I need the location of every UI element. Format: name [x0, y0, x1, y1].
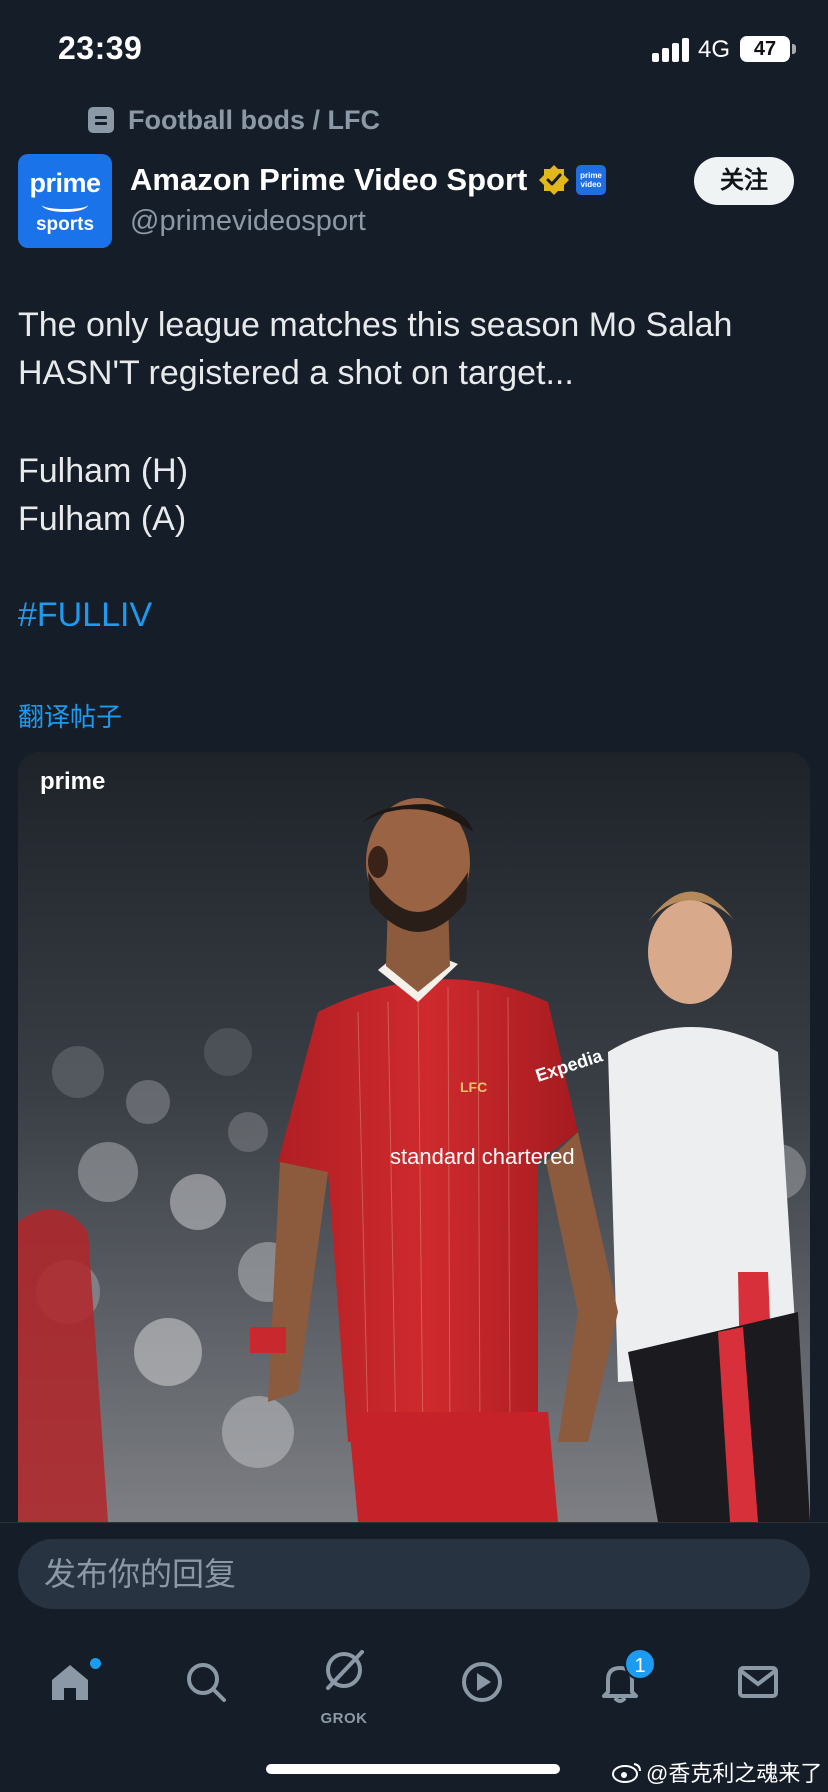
author-name[interactable]: Amazon Prime Video Sport [130, 162, 527, 198]
home-unread-dot [90, 1658, 101, 1669]
community-icon [88, 107, 114, 133]
grok-label: GROK [320, 1710, 368, 1727]
signal-icon [652, 36, 692, 62]
status-time: 23:39 [58, 30, 143, 66]
tweet-match-1: Fulham (H) [18, 452, 189, 490]
battery-nub [792, 44, 796, 54]
watermark: @香克利之魂来了 [612, 1756, 822, 1788]
tweet-text-line-1: The only league matches this season Mo S… [18, 306, 733, 344]
tweet-detail-page: 23:39 4G 47 Football bods / LFC prime sp… [0, 0, 828, 1792]
network-label: 4G [698, 36, 731, 63]
avatar-text-top: prime [29, 168, 101, 198]
reply-input[interactable]: 发布你的回复 [18, 1539, 810, 1609]
translate-post-link[interactable]: 翻译帖子 [18, 697, 122, 734]
grok-icon [326, 1650, 364, 1690]
community-breadcrumb[interactable]: Football bods / LFC [88, 104, 380, 136]
nav-home[interactable] [30, 1644, 110, 1724]
nav-notifications[interactable]: 1 [580, 1644, 660, 1724]
match-photo: LFC standard chartered Expedia [18, 752, 810, 1522]
prime-logo: prime [40, 768, 106, 795]
search-icon [187, 1663, 226, 1702]
smile-logo-icon [42, 198, 88, 212]
community-label: Football bods / LFC [128, 104, 380, 135]
tweet-text-line-2: HASN'T registered a shot on target... [18, 354, 574, 392]
author-handle[interactable]: @primevideosport [130, 205, 366, 238]
watermark-text: @香克利之魂来了 [646, 1761, 823, 1786]
follow-button[interactable]: 关注 [694, 157, 794, 205]
weibo-icon [612, 1763, 641, 1783]
nav-search[interactable] [166, 1644, 246, 1724]
messages-icon [738, 1666, 778, 1698]
home-icon [52, 1665, 88, 1700]
notifications-badge: 1 [624, 1648, 656, 1680]
nav-messages[interactable] [718, 1644, 798, 1724]
nav-video[interactable] [442, 1644, 522, 1724]
battery-icon: 47 [740, 36, 790, 62]
status-bar: 23:39 4G 47 [0, 0, 828, 100]
hashtag-link[interactable]: #FULLIV [18, 596, 152, 635]
verified-badge-icon [539, 165, 569, 195]
avatar-text-bottom: sports [35, 214, 95, 235]
affiliate-badge-icon: prime video [576, 165, 606, 195]
video-icon [462, 1662, 502, 1702]
tweet-media-image[interactable]: LFC standard chartered Expedia prime [18, 752, 810, 1522]
tweet-match-2: Fulham (A) [18, 500, 187, 538]
nav-grok[interactable]: GROK [304, 1644, 384, 1727]
avatar[interactable]: prime sports [18, 154, 112, 248]
kit-sponsor-text: standard chartered [390, 1144, 575, 1169]
reply-bar: 发布你的回复 [0, 1522, 828, 1634]
crest-text: LFC [460, 1079, 487, 1095]
home-indicator [266, 1764, 560, 1774]
